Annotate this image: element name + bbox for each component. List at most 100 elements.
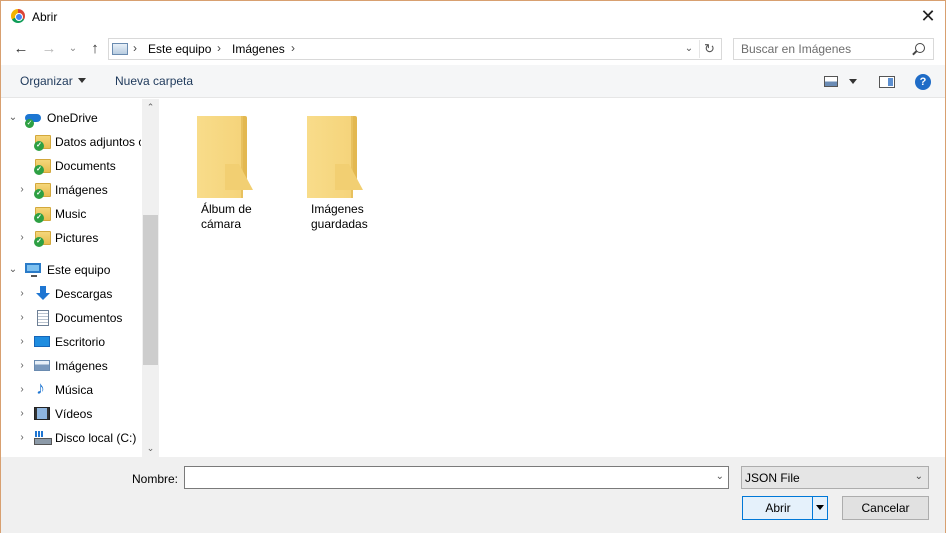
breadcrumb-separator[interactable]: › (217, 41, 221, 55)
tree-item-datos-adjuntos[interactable]: Datos adjuntos c (1, 131, 141, 153)
filetype-value: JSON File (745, 471, 800, 485)
synced-folder-icon (34, 159, 51, 175)
address-bar[interactable]: › Este equipo › Imágenes › ⌄ ↻ (108, 38, 722, 60)
folder-label-line: Álbum de (201, 202, 252, 216)
new-folder-button[interactable]: Nueva carpeta (115, 74, 193, 88)
filename-field[interactable]: ⌄ (184, 466, 729, 489)
music-icon (34, 379, 50, 399)
tree-item-escritorio[interactable]: › Escritorio (1, 331, 141, 353)
change-view-icon[interactable] (824, 76, 838, 87)
folder-label: Imágenes guardadas (279, 202, 368, 232)
file-list[interactable]: Álbum de cámara Imágenes guardadas (160, 99, 945, 457)
breadcrumb-este-equipo[interactable]: Este equipo (148, 42, 211, 56)
address-dropdown-icon[interactable]: ⌄ (682, 41, 696, 57)
tree-item-music[interactable]: Music (1, 203, 141, 225)
folder-label: Álbum de cámara (169, 202, 253, 232)
window-title: Abrir (32, 10, 58, 24)
breadcrumb-separator[interactable]: › (291, 41, 295, 55)
collapsed-chevron-icon[interactable]: › (17, 409, 27, 419)
tree-item-documents[interactable]: Documents (1, 155, 141, 177)
recent-locations-icon[interactable]: ⌄ (63, 38, 83, 58)
tree-label: Descargas (55, 287, 113, 301)
tree-label: Disco local (C:) (55, 431, 137, 445)
folder-item-imagenes-guardadas[interactable]: Imágenes guardadas (279, 99, 368, 232)
open-button-label: Abrir (765, 501, 791, 515)
tree-label: Pictures (55, 231, 99, 245)
tree-item-disco-local[interactable]: › Disco local (C:) (1, 427, 141, 449)
tree-item-descargas[interactable]: › Descargas (1, 283, 141, 305)
dialog-footer: Nombre: ⌄ JSON File ⌄ Abrir Cancelar (1, 457, 945, 533)
computer-icon (25, 263, 41, 277)
organize-button[interactable]: Organizar (20, 74, 86, 88)
documents-icon (37, 310, 49, 326)
collapsed-chevron-icon[interactable]: › (17, 185, 27, 195)
scroll-up-icon[interactable]: ⌃ (142, 99, 159, 116)
tree-label: Vídeos (55, 407, 93, 421)
search-icon (915, 43, 925, 53)
cancel-button-label: Cancelar (861, 501, 910, 515)
open-options-chevron-icon[interactable] (812, 497, 827, 519)
navigation-pane[interactable]: ⌄ OneDrive Datos adjuntos c Documents › … (1, 99, 159, 457)
tree-item-onedrive-imagenes[interactable]: › Imágenes (1, 179, 141, 201)
tree-label: Music (55, 207, 87, 221)
pictures-location-icon (112, 43, 128, 55)
back-icon[interactable]: ← (11, 38, 31, 58)
cancel-button[interactable]: Cancelar (842, 496, 929, 520)
filetype-select[interactable]: JSON File ⌄ (741, 466, 929, 489)
collapsed-chevron-icon[interactable]: › (17, 433, 27, 443)
folder-label-line: cámara (201, 217, 242, 231)
collapsed-chevron-icon[interactable]: › (17, 337, 27, 347)
collapsed-chevron-icon[interactable]: › (17, 361, 27, 371)
chevron-down-icon (77, 78, 86, 83)
synced-folder-icon (34, 183, 51, 199)
chrome-icon (11, 9, 25, 23)
search-placeholder: Buscar en Imágenes (741, 42, 852, 56)
tree-item-imagenes[interactable]: › Imágenes (1, 355, 141, 377)
filename-dropdown-icon[interactable]: ⌄ (716, 471, 724, 482)
help-icon[interactable]: ? (915, 74, 931, 90)
open-button[interactable]: Abrir (742, 496, 828, 520)
open-dialog: Abrir ✕ ← → ⌄ ↑ › Este equipo › Imágenes… (0, 0, 946, 533)
breadcrumb-imagenes[interactable]: Imágenes (232, 42, 285, 56)
tree-label: Datos adjuntos c (55, 135, 141, 149)
tree-label: Documents (55, 159, 116, 173)
collapsed-chevron-icon[interactable]: › (17, 313, 27, 323)
tree-label: Imágenes (55, 359, 108, 373)
expanded-chevron-icon[interactable]: ⌄ (8, 265, 18, 275)
synced-folder-icon (34, 231, 51, 247)
refresh-icon[interactable]: ↻ (699, 40, 719, 58)
folder-icon (307, 116, 367, 198)
desktop-icon (34, 336, 50, 347)
folder-label-line: guardadas (311, 217, 368, 231)
collapsed-chevron-icon[interactable]: › (17, 385, 27, 395)
close-button[interactable]: ✕ (911, 1, 945, 31)
pictures-icon (34, 360, 50, 371)
search-input[interactable]: Buscar en Imágenes (733, 38, 934, 60)
scrollbar-thumb[interactable] (143, 215, 158, 365)
tree-item-videos[interactable]: › Vídeos (1, 403, 141, 425)
expanded-chevron-icon[interactable]: ⌄ (8, 113, 18, 123)
tree-item-pictures[interactable]: › Pictures (1, 227, 141, 249)
folder-item-album-de-camara[interactable]: Álbum de cámara (169, 99, 253, 232)
onedrive-icon (25, 111, 41, 128)
local-disk-icon (34, 430, 52, 445)
tree-item-documentos[interactable]: › Documentos (1, 307, 141, 329)
navigation-scrollbar[interactable]: ⌃ ⌄ (142, 99, 159, 457)
breadcrumb-separator[interactable]: › (133, 41, 137, 55)
collapsed-chevron-icon[interactable]: › (17, 289, 27, 299)
collapsed-chevron-icon[interactable]: › (17, 233, 27, 243)
chevron-down-icon: ⌄ (914, 471, 923, 482)
scroll-down-icon[interactable]: ⌄ (142, 440, 159, 457)
tree-item-onedrive[interactable]: ⌄ OneDrive (1, 107, 141, 129)
tree-label: Escritorio (55, 335, 106, 349)
up-icon[interactable]: ↑ (85, 38, 105, 58)
videos-icon (34, 407, 50, 420)
command-bar: Organizar Nueva carpeta ? (1, 65, 945, 98)
view-options-chevron-icon[interactable] (849, 79, 857, 84)
title-bar: Abrir ✕ (1, 1, 945, 32)
forward-icon[interactable]: → (39, 38, 59, 58)
synced-folder-icon (34, 135, 51, 151)
tree-item-este-equipo[interactable]: ⌄ Este equipo (1, 259, 141, 281)
preview-pane-icon[interactable] (879, 76, 895, 88)
tree-item-musica[interactable]: › Música (1, 379, 141, 401)
